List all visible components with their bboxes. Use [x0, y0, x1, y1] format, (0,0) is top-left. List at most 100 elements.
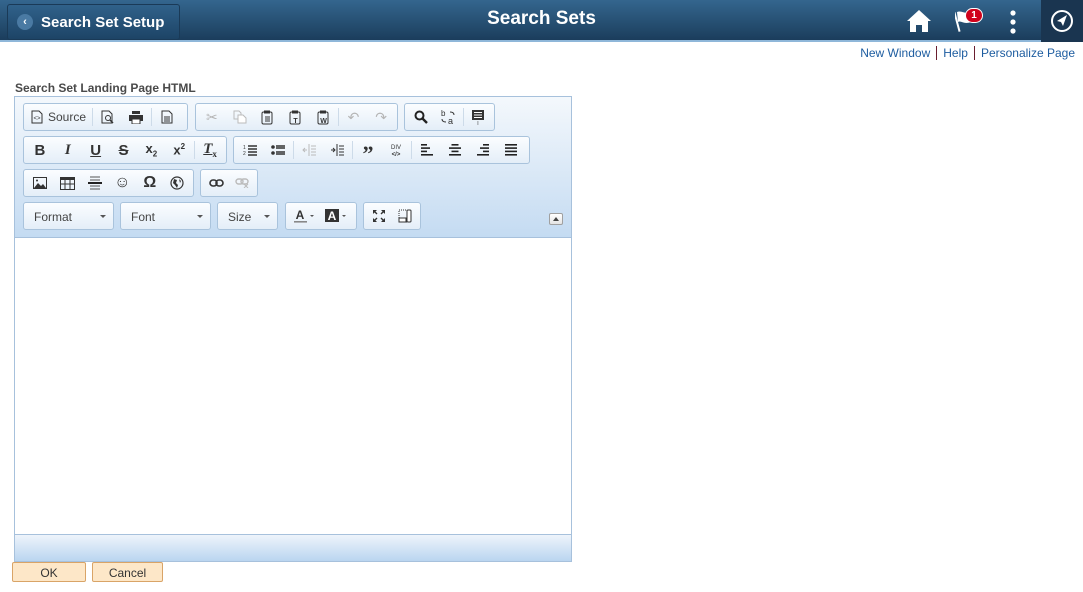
copy-button[interactable] [226, 105, 254, 129]
table-icon [59, 176, 75, 190]
chevron-down-icon [197, 215, 203, 218]
remove-format-icon: Tx [203, 141, 217, 159]
svg-text:<>: <> [33, 116, 41, 122]
editor-content-area[interactable] [15, 238, 571, 534]
replace-button[interactable]: ba [434, 105, 461, 129]
svg-text:T: T [293, 118, 298, 125]
superscript-button[interactable]: x2 [165, 138, 193, 162]
toolbar-separator [337, 108, 339, 126]
italic-button[interactable]: I [54, 138, 82, 162]
print-icon [129, 110, 144, 124]
font-dropdown[interactable]: Font [120, 202, 211, 230]
replace-icon: ba [441, 109, 455, 125]
navbar-button[interactable] [1041, 0, 1083, 42]
field-label: Search Set Landing Page HTML [15, 81, 196, 95]
toolbar-group-tools [363, 202, 421, 230]
horizontal-line-icon [87, 176, 102, 190]
size-dropdown[interactable]: Size [217, 202, 278, 230]
outdent-button[interactable] [295, 138, 323, 162]
unlink-button[interactable] [229, 171, 255, 195]
paste-button[interactable] [253, 105, 281, 129]
align-center-icon [449, 144, 461, 156]
create-div-button[interactable]: DIV </> [382, 138, 410, 162]
paste-word-icon: W [317, 110, 329, 125]
iframe-button[interactable] [164, 171, 192, 195]
blockquote-button[interactable]: ” [354, 138, 382, 165]
div-container-icon: DIV</> [391, 145, 401, 157]
undo-icon: ↶ [347, 108, 360, 125]
superscript-icon: x2 [173, 142, 186, 158]
preview-icon [101, 110, 114, 124]
table-button[interactable] [54, 171, 82, 195]
special-char-button[interactable]: Ω [136, 171, 164, 195]
find-button[interactable] [407, 105, 434, 129]
svg-text:W: W [320, 118, 327, 125]
svg-text:</>: </> [392, 152, 401, 157]
justify-button[interactable] [497, 138, 525, 162]
ok-button[interactable]: OK [12, 562, 86, 582]
page-links: New Window Help Personalize Page [860, 46, 1075, 60]
toolbar-separator [194, 141, 196, 159]
text-color-button[interactable]: A [288, 204, 320, 228]
bold-icon: B [34, 141, 46, 159]
image-button[interactable] [26, 171, 54, 195]
unlink-icon [234, 178, 249, 188]
bold-button[interactable]: B [26, 138, 54, 162]
help-link[interactable]: Help [943, 46, 968, 60]
numbered-list-icon: 12 [243, 145, 257, 156]
svg-text:A: A [296, 209, 305, 222]
align-center-button[interactable] [441, 138, 469, 162]
align-right-button[interactable] [469, 138, 497, 162]
scissors-icon: ✂ [205, 108, 218, 125]
align-left-button[interactable] [413, 138, 441, 162]
redo-button[interactable]: ↷ [367, 105, 395, 129]
maximize-icon [373, 210, 385, 222]
format-dropdown[interactable]: Format [23, 202, 114, 230]
toolbar-separator [151, 108, 153, 126]
svg-text:b: b [441, 109, 446, 118]
svg-text:I: I [478, 121, 479, 125]
source-label: Source [48, 110, 87, 124]
numbered-list-button[interactable]: 12 [236, 138, 264, 162]
link-button[interactable] [203, 171, 229, 195]
collapse-toolbar-button[interactable] [549, 213, 563, 225]
source-button[interactable]: <> Source [26, 105, 91, 129]
show-blocks-button[interactable] [392, 204, 418, 228]
smiley-icon: ☺ [114, 174, 131, 191]
toolbar-separator [411, 141, 412, 159]
cut-button[interactable]: ✂ [198, 105, 226, 129]
personalize-page-link[interactable]: Personalize Page [981, 46, 1075, 60]
print-button[interactable] [122, 105, 150, 129]
cancel-button[interactable]: Cancel [92, 562, 163, 582]
italic-icon: I [64, 141, 71, 158]
search-icon [414, 110, 428, 124]
indent-button[interactable] [323, 138, 351, 162]
chevron-down-icon [264, 215, 270, 218]
home-icon[interactable] [906, 9, 932, 33]
background-color-button[interactable]: A [320, 204, 352, 228]
preview-button[interactable] [94, 105, 122, 129]
undo-button[interactable]: ↶ [340, 105, 368, 129]
paste-from-word-button[interactable]: W [309, 105, 337, 129]
redo-icon: ↷ [375, 108, 388, 125]
horizontal-line-button[interactable] [81, 171, 109, 195]
templates-button[interactable] [153, 105, 181, 129]
paste-text-button[interactable]: T [281, 105, 309, 129]
strikethrough-button[interactable]: S [110, 138, 138, 162]
smiley-button[interactable]: ☺ [109, 171, 137, 195]
actions-menu-icon[interactable] [1010, 10, 1016, 34]
underline-button[interactable]: U [82, 138, 110, 162]
bulleted-list-button[interactable] [264, 138, 292, 162]
link-icon [208, 179, 224, 187]
subscript-button[interactable]: x2 [137, 138, 165, 162]
paste-text-icon: T [289, 110, 301, 125]
select-all-button[interactable]: I [465, 105, 492, 129]
maximize-button[interactable] [366, 204, 392, 228]
text-color-icon: A [294, 209, 314, 223]
editor-toolbar: <> Source ✂ T W ↶ ↷ b a I B I U S x2 x2 … [15, 97, 571, 238]
new-window-link[interactable]: New Window [860, 46, 930, 60]
toolbar-separator [352, 141, 353, 159]
chevron-down-icon [100, 215, 106, 218]
show-blocks-icon [398, 209, 412, 223]
remove-format-button[interactable]: Tx [196, 138, 224, 162]
